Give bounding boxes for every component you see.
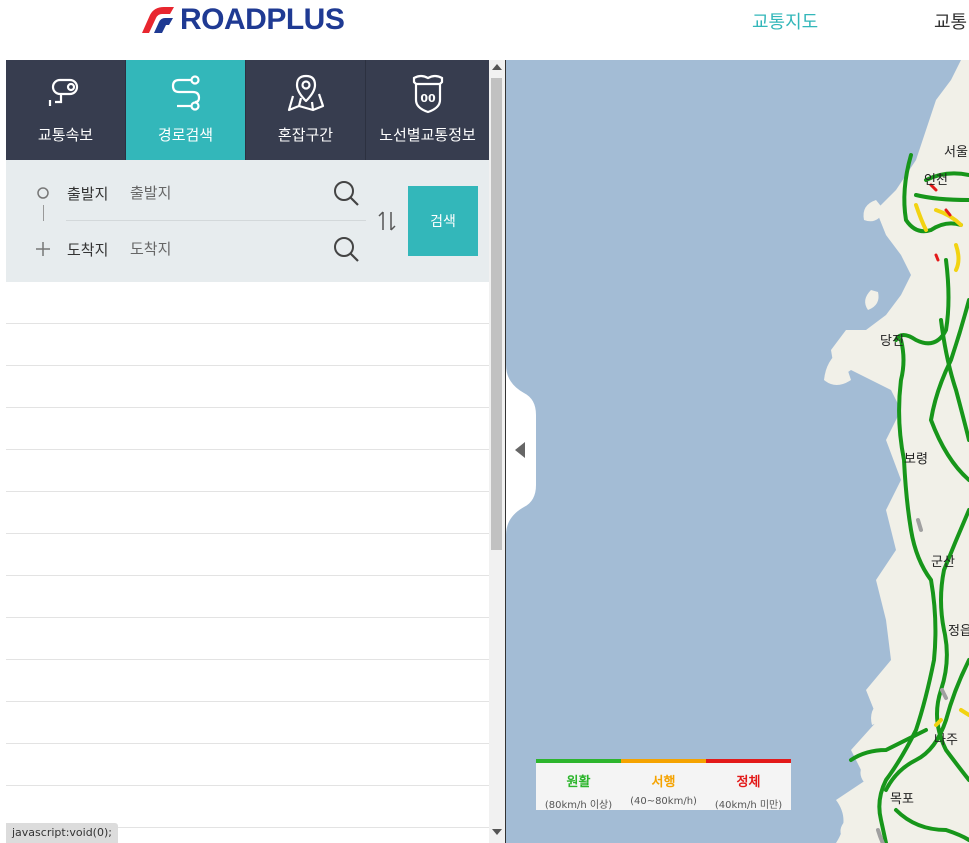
tab-route-search[interactable]: 경로검색 (126, 60, 246, 160)
logo-text: ROADPLUS (180, 3, 345, 36)
roadplus-logo[interactable]: ROADPLUS (140, 3, 345, 37)
scroll-up-icon[interactable] (492, 64, 502, 70)
divider (66, 220, 366, 221)
list-item (6, 618, 489, 660)
origin-input[interactable] (130, 178, 340, 208)
traffic-legend: 원활 (80km/h 이상) 서행 (40~80km/h) 정체 (40km/h… (536, 759, 791, 811)
highway-shield-icon: 00 (412, 74, 443, 114)
left-panel: 교통속보 경로검색 혼잡구간 00 노선별교통정보 출발지 출발지 도착지 도착… (6, 60, 489, 843)
panel-scrollbar[interactable] (489, 60, 505, 843)
legend-name: 정체 (736, 775, 761, 790)
list-item (6, 408, 489, 450)
nav-traffic[interactable]: 교통 (934, 8, 967, 34)
legend-sub: (40km/h 미만) (714, 800, 783, 811)
list-item (6, 660, 489, 702)
map-label-gunsan: 군산 (931, 555, 955, 570)
legend-sub: (40~80km/h) (630, 796, 697, 807)
result-list (6, 282, 489, 843)
logo-mark-icon (142, 7, 174, 33)
map-label-jeongeup: 정읍 (948, 624, 969, 639)
map-label-naju: 나주 (934, 733, 958, 748)
map-label-incheon: 인천 (924, 173, 948, 188)
destination-row: 도착지 (6, 234, 376, 264)
map-label-seoul: 서울 (944, 145, 968, 160)
list-item (6, 702, 489, 744)
route-icon (171, 75, 200, 111)
list-item (6, 450, 489, 492)
route-connector (43, 205, 44, 221)
browser-status-bar: javascript:void(0); (6, 823, 118, 843)
nav-traffic-map[interactable]: 교통지도 (752, 8, 818, 34)
map-pin-icon (287, 74, 324, 112)
traffic-map[interactable]: 서울 인천 당진 보령 군산 정읍 나주 목포 (506, 60, 969, 843)
route-search-form: 출발지 도착지 검색 (6, 160, 489, 282)
list-item (6, 744, 489, 786)
land-mass (831, 60, 969, 843)
tab-label: 혼잡구간 (277, 126, 334, 144)
scroll-down-icon[interactable] (492, 829, 502, 835)
list-item (6, 786, 489, 828)
tab-traffic-news[interactable]: 교통속보 (6, 60, 126, 160)
tab-label: 교통속보 (37, 126, 94, 144)
origin-label: 출발지 (67, 185, 109, 203)
tab-route-traffic[interactable]: 00 노선별교통정보 (366, 60, 489, 160)
destination-label: 도착지 (67, 241, 109, 259)
tab-congestion[interactable]: 혼잡구간 (246, 60, 366, 160)
list-item (6, 366, 489, 408)
legend-name: 원활 (566, 775, 591, 790)
legend-smooth: 원활 (80km/h 이상) (536, 759, 621, 811)
header: ROADPLUS 교통지도 교통 (0, 0, 969, 60)
origin-row: 출발지 (6, 178, 376, 208)
list-item (6, 576, 489, 618)
list-item (6, 282, 489, 324)
map-canvas: 서울 인천 당진 보령 군산 정읍 나주 목포 (824, 60, 969, 843)
panel-toggle[interactable] (506, 365, 536, 535)
origin-circle-icon (37, 187, 49, 199)
map-label-mokpo: 목포 (890, 792, 914, 807)
destination-input[interactable] (130, 234, 340, 264)
tab-bar: 교통속보 경로검색 혼잡구간 00 노선별교통정보 (6, 60, 489, 160)
map-label-boryeong: 보령 (904, 452, 928, 467)
legend-name: 서행 (651, 775, 676, 790)
cctv-icon (48, 78, 78, 106)
list-item (6, 492, 489, 534)
legend-slow: 서행 (40~80km/h) (621, 759, 706, 810)
legend-sub: (80km/h 이상) (544, 800, 613, 811)
list-item (6, 324, 489, 366)
search-icon[interactable] (332, 179, 360, 207)
shield-number: 00 (420, 92, 436, 105)
scroll-thumb[interactable] (491, 78, 502, 550)
map-label-dangjin: 당진 (880, 334, 904, 349)
search-icon[interactable] (332, 235, 360, 263)
list-item (6, 534, 489, 576)
legend-congested: 정체 (40km/h 미만) (706, 759, 791, 811)
tab-label: 노선별교통정보 (379, 126, 476, 144)
swap-arrows-icon[interactable] (376, 210, 398, 232)
plus-icon (36, 242, 50, 256)
search-button[interactable]: 검색 (408, 186, 478, 256)
tab-label: 경로검색 (157, 126, 214, 144)
